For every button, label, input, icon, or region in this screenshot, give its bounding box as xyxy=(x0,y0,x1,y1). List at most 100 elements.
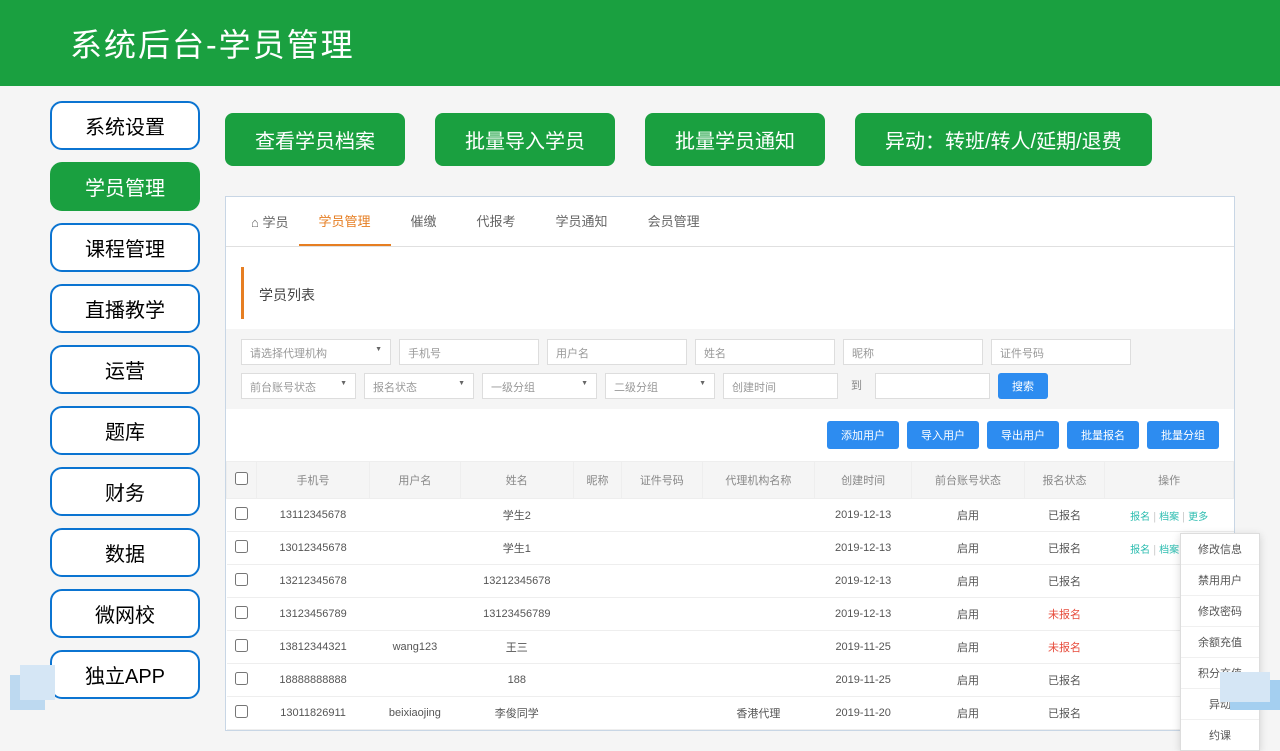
row-checkbox[interactable] xyxy=(235,639,248,652)
table-header: 昵称 xyxy=(573,462,621,499)
panel-home-icon: ⌂ 学员 xyxy=(241,198,299,245)
sidebar-item-8[interactable]: 微网校 xyxy=(50,589,200,638)
filter-phone[interactable]: 手机号 xyxy=(399,339,539,365)
sidebar-item-3[interactable]: 直播教学 xyxy=(50,284,200,333)
cell-nickname xyxy=(573,565,621,598)
panel-tab-1[interactable]: 催缴 xyxy=(391,197,457,246)
bulk-btn-1[interactable]: 导入用户 xyxy=(907,421,979,449)
filter-to-label: 到 xyxy=(846,373,867,399)
sidebar-item-6[interactable]: 财务 xyxy=(50,467,200,516)
action-archive[interactable]: 档案 xyxy=(1159,512,1179,523)
table-header: 前台账号状态 xyxy=(912,462,1025,499)
table-header: 创建时间 xyxy=(815,462,912,499)
bulk-actions: 添加用户导入用户导出用户批量报名批量分组 xyxy=(226,409,1234,461)
filter-idcard[interactable]: 证件号码 xyxy=(991,339,1131,365)
list-title: 学员列表 xyxy=(241,267,1234,319)
filter-createtime-start[interactable]: 创建时间 xyxy=(723,373,838,399)
panel-tab-4[interactable]: 会员管理 xyxy=(628,197,720,246)
cell-account-status: 启用 xyxy=(912,532,1025,565)
cell-agent: 香港代理 xyxy=(702,697,815,730)
action-archive[interactable]: 档案 xyxy=(1159,545,1179,556)
row-checkbox[interactable] xyxy=(235,672,248,685)
filter-username[interactable]: 用户名 xyxy=(547,339,687,365)
dropdown-item-2[interactable]: 修改密码 xyxy=(1181,596,1259,627)
cell-name: 王三 xyxy=(460,631,573,664)
cell-name: 13123456789 xyxy=(460,598,573,631)
action-signup[interactable]: 报名 xyxy=(1130,512,1150,523)
table-row: 13812344321 wang123 王三 2019-11-25 启用 未报名 xyxy=(227,631,1234,664)
action-btn-0[interactable]: 查看学员档案 xyxy=(225,113,405,166)
filter-bar: 请选择代理机构 手机号 用户名 姓名 昵称 证件号码 前台账号状态 报名状态 一… xyxy=(226,329,1234,409)
cell-agent xyxy=(702,565,815,598)
filter-signup-status[interactable]: 报名状态 xyxy=(364,373,474,399)
sidebar-item-4[interactable]: 运营 xyxy=(50,345,200,394)
cell-account-status: 启用 xyxy=(912,499,1025,532)
cell-signup-status: 已报名 xyxy=(1024,697,1104,730)
row-checkbox[interactable] xyxy=(235,507,248,520)
sidebar: 系统设置学员管理课程管理直播教学运营题库财务数据微网校独立APP xyxy=(50,101,200,731)
panel-tab-2[interactable]: 代报考 xyxy=(457,197,536,246)
cell-idcard xyxy=(622,532,702,565)
cell-nickname xyxy=(573,532,621,565)
cell-phone: 18888888888 xyxy=(257,664,370,697)
action-signup[interactable]: 报名 xyxy=(1130,545,1150,556)
row-checkbox[interactable] xyxy=(235,705,248,718)
cell-nickname xyxy=(573,664,621,697)
sidebar-item-7[interactable]: 数据 xyxy=(50,528,200,577)
cell-name: 李俊同学 xyxy=(460,697,573,730)
dropdown-item-6[interactable]: 约课 xyxy=(1181,720,1259,750)
cell-idcard xyxy=(622,565,702,598)
table-header: 操作 xyxy=(1105,462,1234,499)
more-dropdown: 修改信息禁用用户修改密码余额充值积分充值异动约课 xyxy=(1180,533,1260,751)
cell-account-status: 启用 xyxy=(912,664,1025,697)
filter-nickname[interactable]: 昵称 xyxy=(843,339,983,365)
filter-group1[interactable]: 一级分组 xyxy=(482,373,597,399)
cell-signup-status: 未报名 xyxy=(1024,598,1104,631)
cell-created: 2019-12-13 xyxy=(815,532,912,565)
sidebar-item-1[interactable]: 学员管理 xyxy=(50,162,200,211)
panel-tab-0[interactable]: 学员管理 xyxy=(299,197,391,246)
dropdown-item-3[interactable]: 余额充值 xyxy=(1181,627,1259,658)
cell-account-status: 启用 xyxy=(912,631,1025,664)
filter-agent[interactable]: 请选择代理机构 xyxy=(241,339,391,365)
filter-account-status[interactable]: 前台账号状态 xyxy=(241,373,356,399)
cell-signup-status: 已报名 xyxy=(1024,532,1104,565)
table-row: 18888888888 188 2019-11-25 启用 已报名 xyxy=(227,664,1234,697)
action-btn-1[interactable]: 批量导入学员 xyxy=(435,113,615,166)
action-more[interactable]: 更多 xyxy=(1188,512,1208,523)
bulk-btn-0[interactable]: 添加用户 xyxy=(827,421,899,449)
sidebar-item-0[interactable]: 系统设置 xyxy=(50,101,200,150)
cell-phone: 13212345678 xyxy=(257,565,370,598)
row-checkbox[interactable] xyxy=(235,573,248,586)
cell-nickname xyxy=(573,697,621,730)
home-icon: ⌂ xyxy=(251,215,259,230)
table-row: 13011826911 beixiaojing 李俊同学 香港代理 2019-1… xyxy=(227,697,1234,730)
row-checkbox[interactable] xyxy=(235,540,248,553)
panel-tab-3[interactable]: 学员通知 xyxy=(536,197,628,246)
bulk-btn-2[interactable]: 导出用户 xyxy=(987,421,1059,449)
table-header: 手机号 xyxy=(257,462,370,499)
row-checkbox[interactable] xyxy=(235,606,248,619)
sidebar-item-5[interactable]: 题库 xyxy=(50,406,200,455)
cell-idcard xyxy=(622,697,702,730)
decoration-bottom-right xyxy=(1230,680,1280,710)
sidebar-item-2[interactable]: 课程管理 xyxy=(50,223,200,272)
action-btn-2[interactable]: 批量学员通知 xyxy=(645,113,825,166)
content-panel: ⌂ 学员 学员管理催缴代报考学员通知会员管理 学员列表 请选择代理机构 手机号 … xyxy=(225,196,1235,731)
bulk-btn-4[interactable]: 批量分组 xyxy=(1147,421,1219,449)
action-btn-3[interactable]: 异动：转班/转人/延期/退费 xyxy=(855,113,1152,166)
select-all-checkbox[interactable] xyxy=(235,472,248,485)
search-button[interactable]: 搜索 xyxy=(998,373,1048,399)
filter-createtime-end[interactable] xyxy=(875,373,990,399)
dropdown-item-0[interactable]: 修改信息 xyxy=(1181,534,1259,565)
filter-group2[interactable]: 二级分组 xyxy=(605,373,715,399)
table-row: 13212345678 13212345678 2019-12-13 启用 已报… xyxy=(227,565,1234,598)
sidebar-item-9[interactable]: 独立APP xyxy=(50,650,200,699)
cell-username xyxy=(370,532,461,565)
table-row: 13012345678 学生1 2019-12-13 启用 已报名 报名 | 档… xyxy=(227,532,1234,565)
filter-name[interactable]: 姓名 xyxy=(695,339,835,365)
bulk-btn-3[interactable]: 批量报名 xyxy=(1067,421,1139,449)
cell-nickname xyxy=(573,631,621,664)
cell-phone: 13123456789 xyxy=(257,598,370,631)
dropdown-item-1[interactable]: 禁用用户 xyxy=(1181,565,1259,596)
